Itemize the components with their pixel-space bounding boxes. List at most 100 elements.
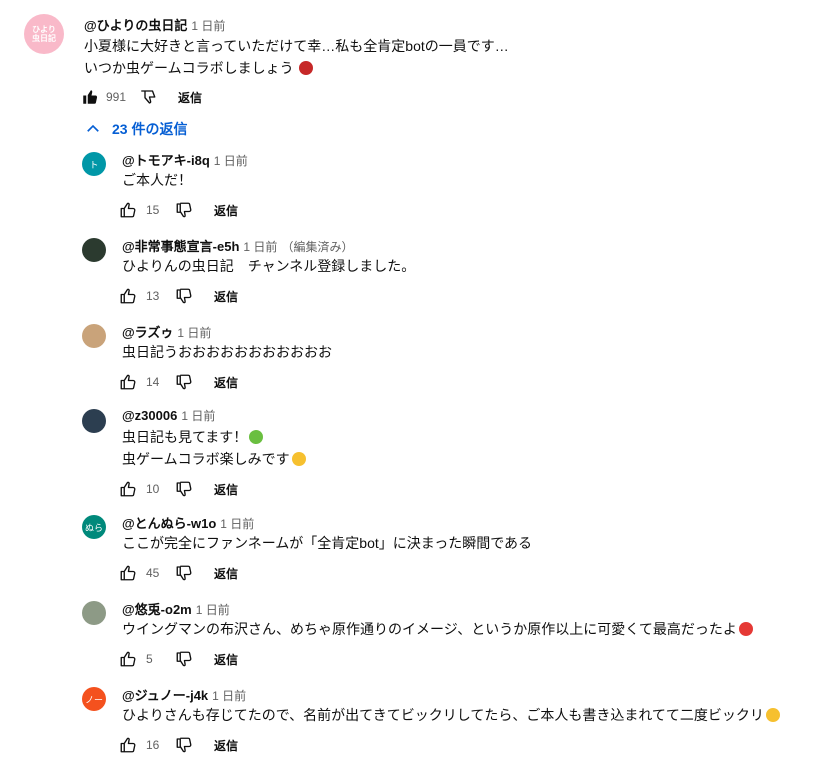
like-icon[interactable]: [116, 561, 140, 585]
reply-button[interactable]: 返信: [214, 202, 238, 219]
reply-button[interactable]: 返信: [214, 737, 238, 754]
comment-author[interactable]: @ラズゥ: [122, 325, 173, 340]
dislike-icon[interactable]: [172, 477, 196, 501]
comment-line-text: 虫ゲームコラボ楽しみです: [122, 451, 290, 467]
like-count: 13: [146, 289, 160, 303]
like-icon[interactable]: [116, 647, 140, 671]
comment-time[interactable]: 1 日前: [220, 517, 254, 531]
reply-button[interactable]: 返信: [214, 651, 238, 668]
reply-button[interactable]: 返信: [178, 89, 202, 106]
comment-text: ひよりんの虫日記 チャンネル登録しました。: [122, 255, 415, 277]
avatar-logo: ひより 虫日記: [32, 25, 56, 43]
dislike-icon[interactable]: [172, 370, 196, 394]
comment-line: 虫日記も見てます！: [122, 426, 306, 448]
like-icon[interactable]: [116, 284, 140, 308]
emoji-icon: [765, 708, 780, 722]
reply-button[interactable]: 返信: [214, 288, 238, 305]
comment-header: @z30006 1 日前: [122, 407, 219, 424]
comment-author[interactable]: @悠兎-o2m: [122, 602, 192, 617]
comment-line-text: ここが完全にファンネームが「全肯定bot」に決まった瞬間である: [122, 535, 533, 551]
comment-text: 小夏様に大好きと言っていただけて幸…私も全肯定botの一員です… いつか虫ゲーム…: [84, 35, 509, 79]
comment-line-text: ひよりさんも存じてたので、名前が出てきてビックリしてたら、ご本人も書き込まれてて…: [122, 707, 764, 723]
comment-line: ウイングマンの布沢さん、めちゃ原作通りのイメージ、というか原作以上に可愛くて最高…: [122, 618, 753, 640]
like-count: 15: [146, 203, 160, 217]
comment-author[interactable]: @z30006: [122, 408, 177, 423]
like-count: 991: [106, 90, 127, 104]
like-icon[interactable]: [116, 733, 140, 757]
comment-text: 虫日記も見てます！ 虫ゲームコラボ楽しみです: [122, 426, 306, 470]
comment-line: ご本人だ！: [122, 169, 192, 191]
comment-actions: 16 返信: [116, 733, 238, 757]
avatar[interactable]: ひより 虫日記: [24, 14, 64, 54]
avatar-initial: ト: [89, 159, 99, 170]
comment-line: ひよりさんも存じてたので、名前が出てきてビックリしてたら、ご本人も書き込まれてて…: [122, 704, 780, 726]
comment-header: @ジュノー-j4k 1 日前: [122, 685, 250, 704]
comment-actions: 45 返信: [116, 561, 238, 585]
emoji-icon: [249, 430, 264, 444]
like-count: 10: [146, 482, 160, 496]
replies-count-label: 23 件の返信: [112, 121, 188, 137]
comment-line-2: いつか虫ゲームコラボしましょう: [84, 57, 509, 79]
comment-header: @非常事態宣言-e5h 1 日前 （編集済み）: [122, 236, 353, 255]
comment-actions: 991 返信: [78, 85, 202, 109]
like-count: 14: [146, 375, 160, 389]
like-icon[interactable]: [116, 477, 140, 501]
like-count: 16: [146, 738, 160, 752]
reply-button[interactable]: 返信: [214, 481, 238, 498]
avatar[interactable]: [82, 409, 106, 433]
avatar[interactable]: ぬら: [82, 515, 106, 539]
comment-actions: 13 返信: [116, 284, 238, 308]
comment-time[interactable]: 1 日前: [214, 154, 248, 168]
comment-time[interactable]: 1 日前: [181, 409, 215, 423]
comment-line: ひよりんの虫日記 チャンネル登録しました。: [122, 255, 415, 277]
like-icon[interactable]: [78, 85, 102, 109]
replies-toggle[interactable]: 23 件の返信: [84, 119, 187, 139]
comment-time[interactable]: 1 日前: [212, 689, 246, 703]
comment-header: @ラズゥ 1 日前: [122, 322, 215, 341]
avatar[interactable]: [82, 324, 106, 348]
comment-author[interactable]: @ジュノー-j4k: [122, 688, 208, 703]
comment-author[interactable]: @ひよりの虫日記: [84, 18, 187, 33]
comment-time[interactable]: 1 日前: [243, 240, 277, 254]
comment-line: 小夏様に大好きと言っていただけて幸…私も全肯定botの一員です…: [84, 38, 509, 54]
avatar[interactable]: [82, 601, 106, 625]
edited-label: （編集済み）: [281, 240, 354, 254]
dislike-icon[interactable]: [172, 647, 196, 671]
like-icon[interactable]: [116, 198, 140, 222]
comment-header: @トモアキ-i8q 1 日前: [122, 150, 252, 169]
comment-text: ここが完全にファンネームが「全肯定bot」に決まった瞬間である: [122, 532, 532, 554]
like-count: 5: [146, 652, 153, 666]
comment-author[interactable]: @トモアキ-i8q: [122, 153, 210, 168]
comment-line-text: 虫日記うおおおおおおおおおおお: [122, 344, 332, 360]
dislike-icon[interactable]: [136, 85, 160, 109]
comment-time[interactable]: 1 日前: [177, 326, 211, 340]
like-icon[interactable]: [116, 370, 140, 394]
comment-line: 虫ゲームコラボ楽しみです: [122, 448, 306, 470]
comment-line-text: ご本人だ！: [122, 172, 192, 188]
avatar[interactable]: ト: [82, 152, 106, 176]
comment-header: @とんぬら-w1o 1 日前: [122, 513, 258, 532]
avatar[interactable]: ノー: [82, 687, 106, 711]
comment-time[interactable]: 1 日前: [196, 603, 230, 617]
dislike-icon[interactable]: [172, 733, 196, 757]
comment-text: ウイングマンの布沢さん、めちゃ原作通りのイメージ、というか原作以上に可愛くて最高…: [122, 618, 753, 640]
avatar-initial: ぬら: [84, 522, 103, 533]
dislike-icon[interactable]: [172, 561, 196, 585]
dislike-icon[interactable]: [172, 198, 196, 222]
chevron-up-icon: [87, 124, 99, 132]
comment-text: ご本人だ！: [122, 169, 192, 191]
comment-actions: 14 返信: [116, 370, 238, 394]
like-count: 45: [146, 566, 160, 580]
reply-button[interactable]: 返信: [214, 565, 238, 582]
emoji-icon: [291, 452, 306, 466]
comment-line-text: ウイングマンの布沢さん、めちゃ原作通りのイメージ、というか原作以上に可愛くて最高…: [122, 621, 737, 637]
avatar[interactable]: [82, 238, 106, 262]
ladybug-emoji-icon: [299, 61, 314, 75]
comment-author[interactable]: @非常事態宣言-e5h: [122, 239, 239, 254]
comment-actions: 15 返信: [116, 198, 238, 222]
comment-time[interactable]: 1 日前: [191, 19, 225, 33]
dislike-icon[interactable]: [172, 284, 196, 308]
reply-button[interactable]: 返信: [214, 374, 238, 391]
emoji-icon: [738, 622, 753, 636]
comment-author[interactable]: @とんぬら-w1o: [122, 516, 216, 531]
